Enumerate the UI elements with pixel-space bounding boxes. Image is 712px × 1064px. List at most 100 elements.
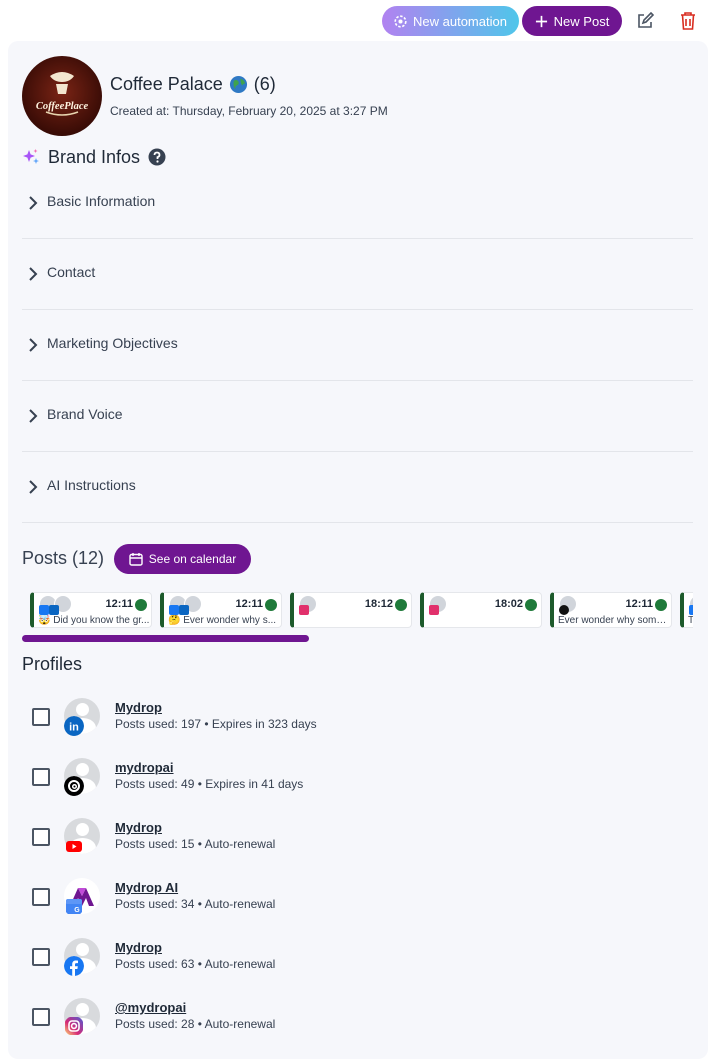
profile-row: Mydrop Posts used: 63 • Auto-renewal xyxy=(22,938,693,998)
new-post-label: New Post xyxy=(553,13,610,29)
section-label: Brand Voice xyxy=(47,406,123,422)
youtube-icon xyxy=(66,841,82,852)
chevron-right-icon xyxy=(29,409,38,423)
edit-icon[interactable] xyxy=(636,12,654,30)
facebook-icon xyxy=(689,605,693,615)
profiles-title: Profiles xyxy=(22,654,83,674)
new-post-button[interactable]: New Post xyxy=(522,6,622,36)
chevron-right-icon xyxy=(29,196,38,210)
section-contact[interactable]: Contact xyxy=(22,239,693,310)
profile-checkbox[interactable] xyxy=(32,708,50,726)
facebook-icon xyxy=(64,956,84,976)
new-automation-button[interactable]: New automation xyxy=(382,6,519,36)
profile-row: mydropai Posts used: 49 • Expires in 41 … xyxy=(22,758,693,818)
brand-logo: CoffeePlace xyxy=(22,56,102,136)
check-icon xyxy=(135,599,147,611)
facebook-icon xyxy=(169,605,179,615)
section-label: Basic Information xyxy=(47,193,156,209)
top-toolbar: New automation New Post xyxy=(0,6,712,36)
section-label: Marketing Objectives xyxy=(47,335,178,351)
brand-infos-title: Brand Infos xyxy=(48,146,141,167)
post-time: 12:11 xyxy=(625,598,653,610)
post-time: 18:12 xyxy=(364,598,393,610)
post-text: T xyxy=(688,615,693,626)
coffee-cup-icon: CoffeePlace xyxy=(36,72,89,116)
check-icon xyxy=(655,599,667,611)
instagram-icon xyxy=(299,605,309,615)
posts-strip[interactable]: 12:11 🤯 Did you know the gr... 12:11 🤔 E… xyxy=(22,590,693,630)
new-automation-label: New automation xyxy=(413,13,507,29)
profile-name[interactable]: mydropai xyxy=(115,760,174,775)
check-icon xyxy=(265,599,277,611)
post-card[interactable]: 18:02 xyxy=(420,592,542,628)
chevron-right-icon xyxy=(29,480,38,494)
post-time: 12:11 xyxy=(235,598,263,610)
profile-row: Mydrop Posts used: 15 • Auto-renewal xyxy=(22,818,693,878)
linkedin-icon xyxy=(49,605,59,615)
profile-meta: Posts used: 15 • Auto-renewal xyxy=(115,837,276,851)
post-card[interactable]: 12:11 🤯 Did you know the gr... xyxy=(30,592,152,628)
profile-meta: Posts used: 34 • Auto-renewal xyxy=(115,897,276,911)
brand-name: Coffee Palace xyxy=(110,74,223,94)
post-card[interactable]: 12:11 Ever wonder why some... xyxy=(550,592,672,628)
profile-meta: Posts used: 49 • Expires in 41 days xyxy=(115,777,304,791)
calendar-icon xyxy=(129,553,143,566)
brand-infos-header: Brand Infos xyxy=(22,146,166,168)
svg-text:in: in xyxy=(69,722,79,734)
facebook-icon xyxy=(39,605,49,615)
profile-row: @mydropai Posts used: 28 • Auto-renewal xyxy=(22,998,693,1058)
profile-checkbox[interactable] xyxy=(32,768,50,786)
globe-icon xyxy=(229,75,247,94)
section-label: Contact xyxy=(47,264,96,280)
profile-name[interactable]: Mydrop xyxy=(115,820,162,835)
svg-text:G: G xyxy=(74,907,80,914)
profile-checkbox[interactable] xyxy=(32,828,50,846)
post-card[interactable]: 12:11 🤔 Ever wonder why s... xyxy=(160,592,282,628)
threads-icon xyxy=(64,776,84,796)
profile-row: G Mydrop AI Posts used: 34 • Auto-renewa… xyxy=(22,878,693,938)
instagram-icon xyxy=(65,1017,83,1035)
profile-name[interactable]: Mydrop xyxy=(115,700,162,715)
post-card[interactable]: 18:12 xyxy=(290,592,412,628)
google-business-icon: G xyxy=(66,899,82,914)
linkedin-icon: in xyxy=(64,716,84,736)
posts-title: Posts (12) xyxy=(22,548,105,568)
instagram-icon xyxy=(429,605,439,615)
section-basic-information[interactable]: Basic Information xyxy=(22,168,693,239)
profile-meta: Posts used: 197 • Expires in 323 days xyxy=(115,717,317,731)
section-marketing-objectives[interactable]: Marketing Objectives xyxy=(22,310,693,381)
post-time: 12:11 xyxy=(105,598,133,610)
see-on-calendar-label: See on calendar xyxy=(148,552,237,566)
check-icon xyxy=(395,599,407,611)
section-brand-voice[interactable]: Brand Voice xyxy=(22,381,693,452)
created-at: Created at: Thursday, February 20, 2025 … xyxy=(110,104,388,118)
threads-icon xyxy=(559,605,569,615)
trash-icon[interactable] xyxy=(679,11,697,31)
plus-icon xyxy=(535,15,547,27)
gear-icon xyxy=(394,14,407,28)
brand-title: Coffee Palace (6) xyxy=(110,74,276,95)
post-text: 🤯 Did you know the gr... xyxy=(38,615,150,626)
profile-checkbox[interactable] xyxy=(32,888,50,906)
linkedin-icon xyxy=(179,605,189,615)
section-label: AI Instructions xyxy=(47,477,136,493)
profile-checkbox[interactable] xyxy=(32,948,50,966)
brand-count: (6) xyxy=(253,74,276,94)
profile-meta: Posts used: 28 • Auto-renewal xyxy=(115,1017,276,1031)
sparkles-icon xyxy=(23,149,39,164)
post-text: 🤔 Ever wonder why s... xyxy=(168,615,277,626)
profile-meta: Posts used: 63 • Auto-renewal xyxy=(115,957,276,971)
posts-scrollbar[interactable] xyxy=(22,635,309,642)
help-icon[interactable] xyxy=(148,148,166,166)
profile-name[interactable]: Mydrop xyxy=(115,940,162,955)
check-icon xyxy=(525,599,537,611)
profile-row: in Mydrop Posts used: 197 • Expires in 3… xyxy=(22,698,693,758)
see-on-calendar-button[interactable]: See on calendar xyxy=(114,544,251,574)
profile-checkbox[interactable] xyxy=(32,1008,50,1026)
section-ai-instructions[interactable]: AI Instructions xyxy=(22,452,693,523)
post-card[interactable]: T xyxy=(680,592,693,628)
logo-text: CoffeePlace xyxy=(36,101,89,112)
chevron-right-icon xyxy=(29,338,38,352)
profile-name[interactable]: @mydropai xyxy=(115,1000,186,1015)
profile-name[interactable]: Mydrop AI xyxy=(115,880,178,895)
